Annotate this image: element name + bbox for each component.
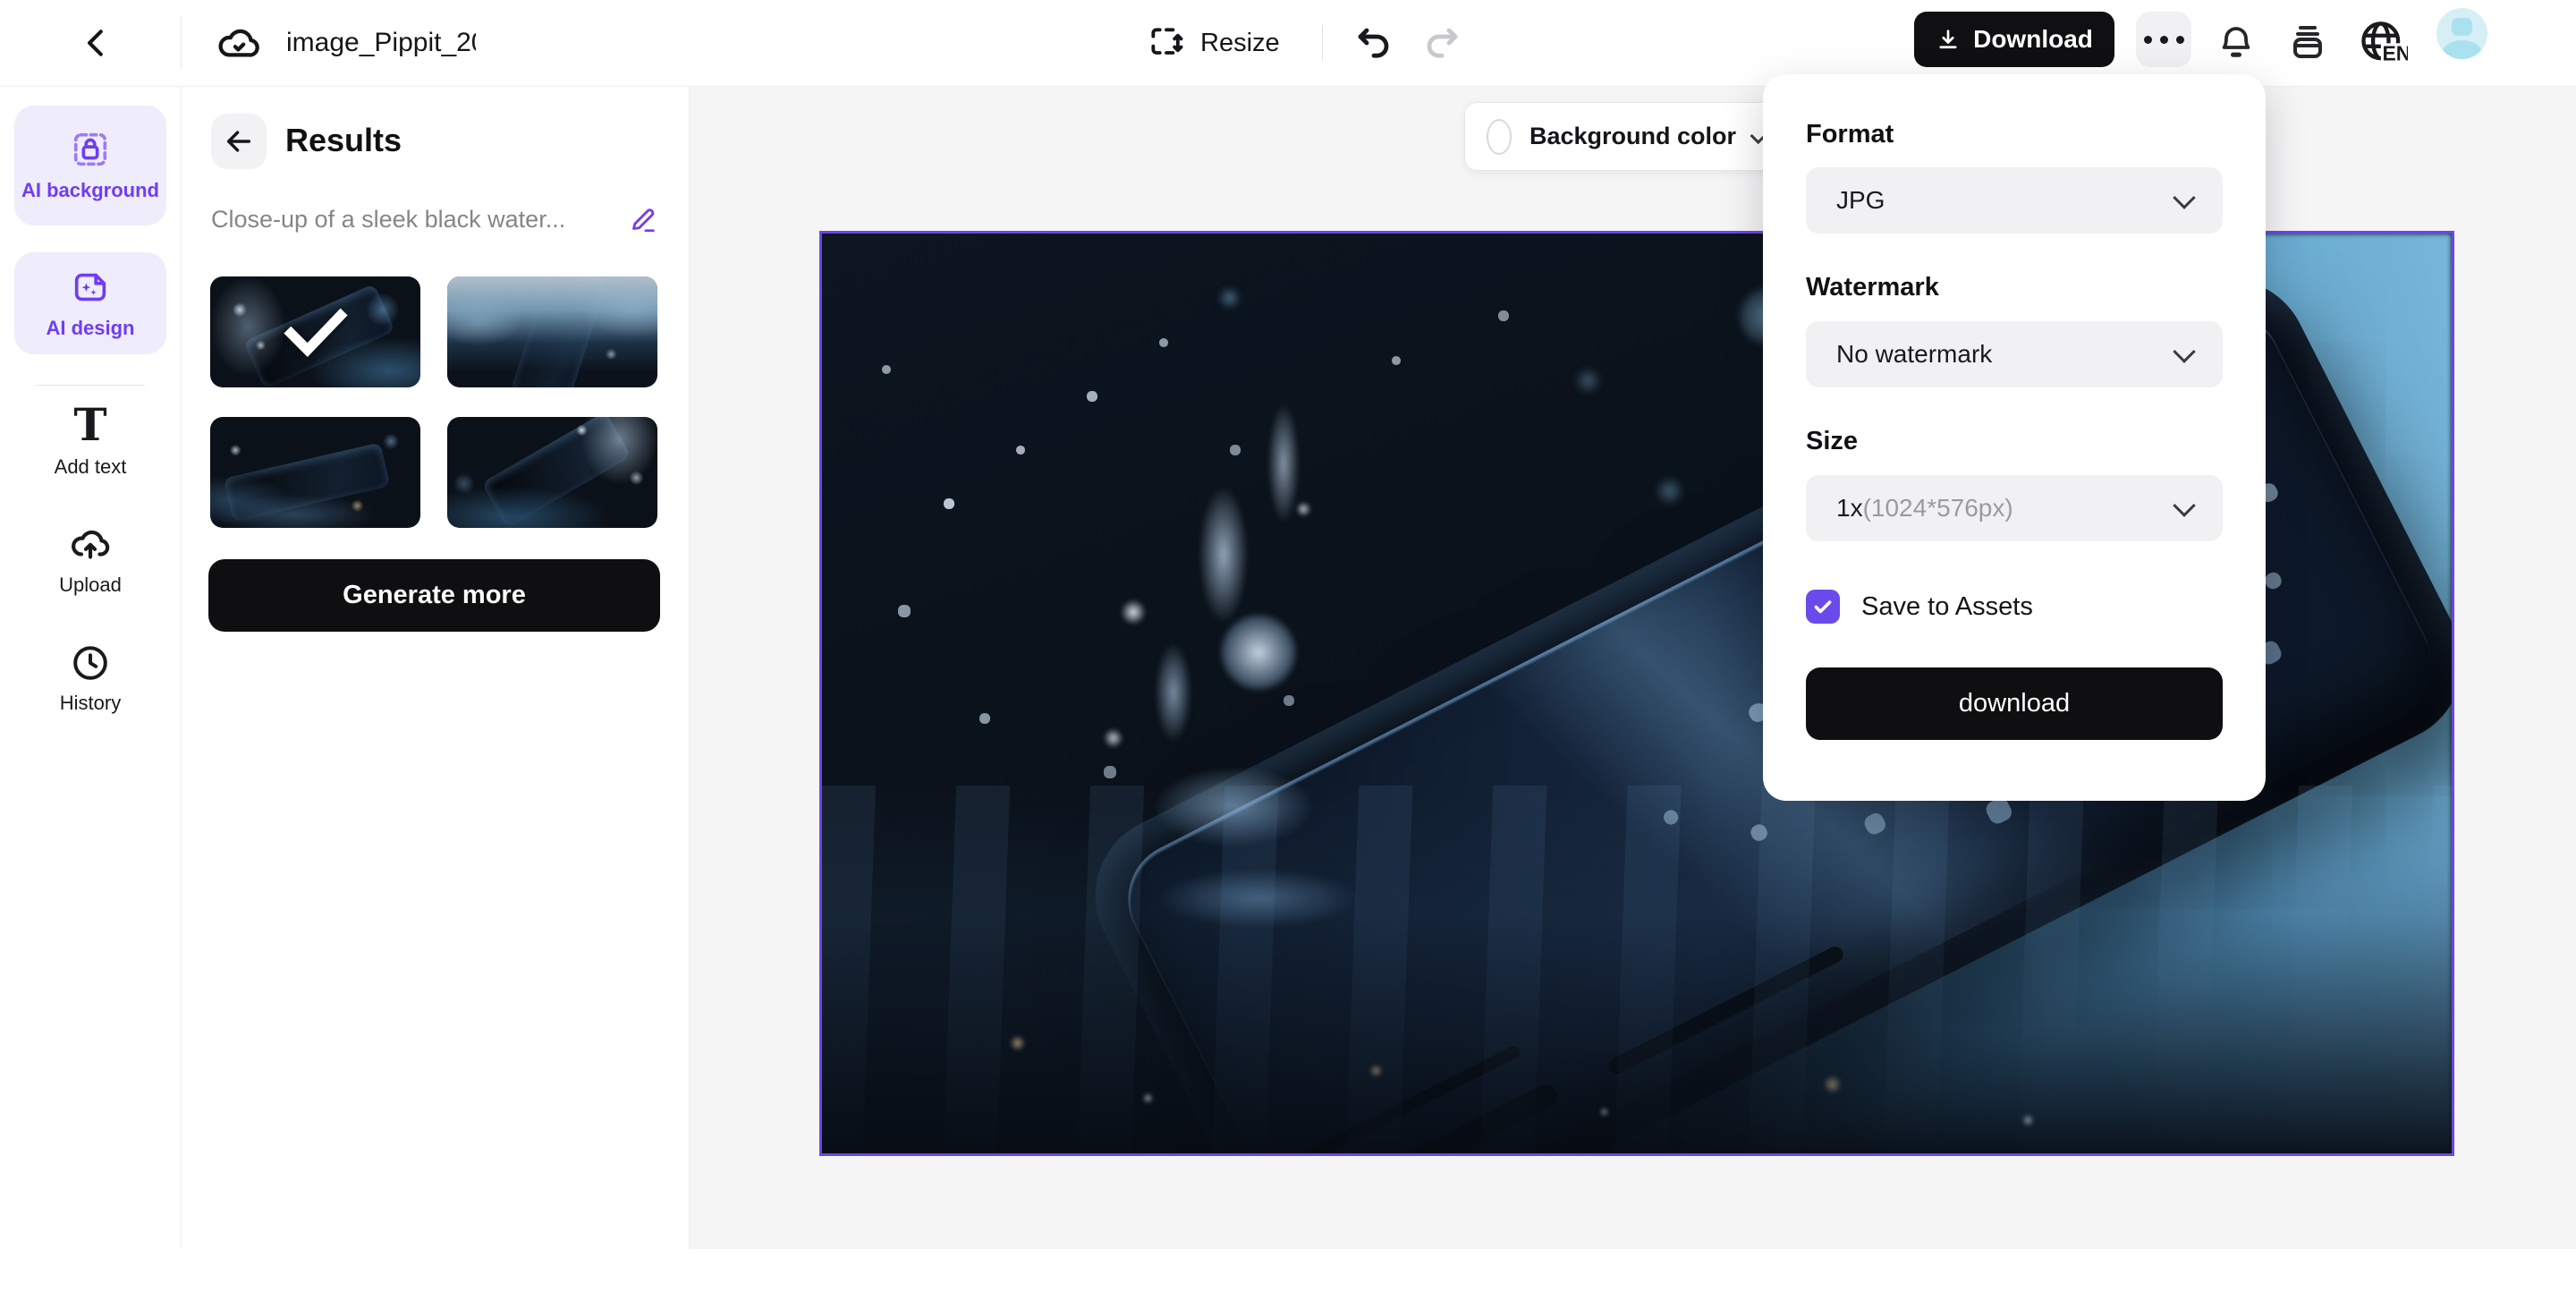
topbar-divider: [1322, 25, 1323, 61]
redo-icon: [1420, 21, 1463, 64]
watermark-label: Watermark: [1806, 273, 1939, 302]
background-color-dropdown[interactable]: Background color: [1464, 102, 1788, 171]
user-avatar[interactable]: [2436, 8, 2487, 59]
download-options-popover: Format JPG Watermark No watermark Size 1…: [1763, 74, 2266, 801]
ai-background-icon: [70, 129, 111, 170]
more-options-button[interactable]: [2136, 12, 2191, 67]
size-detail: (1024*576px): [1863, 494, 2013, 523]
sidebar-item-label: History: [60, 692, 121, 715]
edit-prompt-icon[interactable]: [627, 203, 659, 235]
size-value: 1x: [1836, 494, 1863, 523]
save-to-assets-label: Save to Assets: [1861, 592, 2033, 622]
result-thumbnail-4[interactable]: [447, 417, 657, 528]
sidebar-item-ai-background[interactable]: AI background: [14, 106, 166, 225]
sidebar-divider: [36, 385, 145, 386]
size-select[interactable]: 1x (1024*576px): [1806, 475, 2223, 541]
color-swatch: [1487, 119, 1512, 155]
avatar-figure: [2452, 18, 2472, 36]
selected-check-icon: [283, 306, 349, 358]
back-arrow-icon: [224, 126, 254, 157]
prompt-text: Close-up of a sleek black water...: [211, 206, 605, 236]
language-code: EN: [2382, 42, 2408, 65]
sidebar-item-label: Upload: [59, 574, 122, 597]
sidebar-item-label: AI background: [21, 179, 159, 202]
checkbox-check-icon: [1811, 595, 1835, 618]
printer-icon[interactable]: [2286, 20, 2329, 63]
ai-design-icon: [70, 267, 111, 308]
results-title: Results: [285, 122, 402, 159]
format-label: Format: [1806, 120, 1894, 149]
download-button-label: Download: [1973, 25, 2093, 54]
cloud-check-logo-icon: [215, 20, 263, 68]
format-select[interactable]: JPG: [1806, 167, 2223, 234]
confirm-download-label: download: [1959, 689, 2070, 718]
sidebar-item-upload[interactable]: Upload: [0, 522, 181, 597]
background-color-label: Background color: [1530, 123, 1736, 150]
sidebar-item-label: AI design: [46, 317, 134, 340]
resize-button[interactable]: Resize: [1147, 20, 1280, 66]
results-back-button[interactable]: [211, 114, 267, 169]
checkbox-checked[interactable]: [1806, 590, 1840, 624]
save-to-assets-checkbox-row[interactable]: Save to Assets: [1806, 590, 2033, 624]
ellipsis-icon: [2144, 36, 2152, 44]
upload-cloud-icon: [68, 522, 113, 566]
back-icon[interactable]: [75, 21, 118, 64]
chevron-down-icon: [2173, 340, 2195, 362]
history-clock-icon: [69, 642, 112, 684]
document-title[interactable]: image_Pippit_20: [286, 28, 476, 60]
download-button[interactable]: Download: [1914, 12, 2114, 67]
size-label: Size: [1806, 427, 1858, 456]
topbar-divider: [181, 16, 182, 70]
text-icon: T: [73, 402, 106, 448]
undo-icon[interactable]: [1352, 21, 1395, 64]
generate-more-label: Generate more: [343, 581, 526, 610]
notifications-bell-icon[interactable]: [2215, 20, 2258, 63]
confirm-download-button[interactable]: download: [1806, 667, 2223, 740]
format-value: JPG: [1836, 186, 1885, 215]
result-thumbnail-1[interactable]: [210, 276, 420, 387]
resize-icon: [1147, 23, 1186, 63]
sidebar-item-ai-design[interactable]: AI design: [14, 252, 166, 354]
resize-label: Resize: [1200, 29, 1280, 58]
result-thumbnail-2[interactable]: [447, 276, 657, 387]
chevron-down-icon: [2173, 186, 2195, 208]
language-globe-icon[interactable]: EN: [2356, 16, 2408, 68]
chevron-down-icon: [2173, 494, 2195, 516]
generate-more-button[interactable]: Generate more: [208, 559, 660, 632]
surface-bokeh: [822, 878, 2452, 1153]
sidebar-item-label: Add text: [55, 455, 127, 479]
sidebar-item-history[interactable]: History: [0, 642, 181, 715]
result-thumbnail-3[interactable]: [210, 417, 420, 528]
watermark-select[interactable]: No watermark: [1806, 321, 2223, 387]
results-panel: Results Close-up of a sleek black water.…: [182, 87, 690, 1249]
splash-droplets: [822, 234, 826, 237]
sidebar-item-add-text[interactable]: T Add text: [0, 402, 181, 479]
tools-sidebar: AI background AI design T Add text Uploa…: [0, 87, 182, 1249]
download-icon: [1936, 27, 1961, 52]
watermark-value: No watermark: [1836, 340, 1992, 369]
canvas-workspace: Background color: [690, 87, 2576, 1249]
